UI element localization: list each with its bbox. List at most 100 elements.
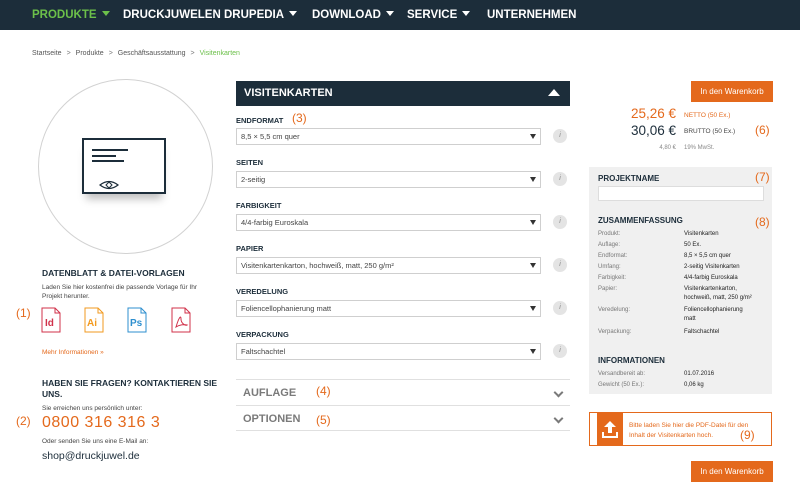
breadcrumb-geschaeftsausstattung[interactable]: Geschäftsausstattung — [118, 50, 186, 57]
contact-title-line: UNS. — [42, 389, 63, 399]
gross-price-label: BRUTTO (50 Ex.) — [684, 128, 736, 135]
summary-value-line: Visitenkartenkarton, — [684, 286, 737, 292]
nav-drupedia[interactable]: DRUPEDIA — [224, 0, 298, 30]
select-value: Foliencellophanierung matt — [241, 304, 332, 313]
info-icon[interactable]: i — [553, 129, 567, 143]
veredelung-select[interactable]: Foliencellophanierung matt — [236, 300, 541, 317]
file-icon-label: Ps — [130, 318, 143, 329]
summary-value: 2-seitig Visitenkarten — [684, 264, 740, 270]
file-icon-label: Id — [45, 318, 54, 329]
info-icon[interactable]: i — [553, 258, 567, 272]
pdf-file-icon[interactable] — [171, 307, 191, 333]
info-icon[interactable]: i — [553, 344, 567, 358]
chevron-down-icon — [101, 11, 110, 16]
annotation-8: (8) — [755, 215, 770, 229]
annotation-6: (6) — [755, 123, 770, 137]
chevron-down-icon — [553, 413, 564, 424]
summary-value: 50 Ex. — [684, 242, 702, 248]
chevron-up-icon[interactable] — [548, 89, 560, 96]
nav-label: SERVICE — [407, 9, 458, 21]
summary-value-line: Foliencellophanierung — [684, 307, 743, 313]
gross-price: 30,06 € — [630, 123, 676, 138]
breadcrumb-produkte[interactable]: Produkte — [76, 50, 104, 57]
option-label-verpackung: VERPACKUNG — [236, 330, 289, 339]
summary-value: 8,5 × 5,5 cm quer — [684, 253, 731, 259]
indesign-file-icon[interactable]: Id — [41, 307, 61, 333]
nav-service[interactable]: SERVICE — [407, 0, 471, 30]
summary-key: Auflage: — [598, 242, 621, 248]
summary-key: Verpackung: — [598, 329, 632, 335]
nav-download[interactable]: DOWNLOAD — [312, 0, 394, 30]
info-icon[interactable]: i — [553, 301, 567, 315]
summary-heading: ZUSAMMENFASSUNG — [598, 216, 683, 225]
chevron-down-icon — [553, 387, 564, 398]
eye-icon — [99, 180, 119, 190]
option-label-endformat: ENDFORMAT — [236, 116, 284, 125]
summary-key: Farbigkeit: — [598, 275, 627, 281]
add-to-cart-button-top[interactable]: In den Warenkorb — [691, 81, 773, 102]
summary-key: Papier: — [598, 286, 618, 292]
project-name-input[interactable] — [598, 186, 764, 201]
select-value: 2-seitig — [241, 175, 266, 184]
info-heading: INFORMATIONEN — [598, 356, 665, 365]
chevron-down-icon — [530, 349, 536, 354]
photoshop-file-icon[interactable]: Ps — [127, 307, 147, 333]
chevron-down-icon — [530, 134, 536, 139]
card-line — [92, 155, 116, 157]
annotation-2: (2) — [16, 414, 31, 428]
nav-produkte[interactable]: PRODUKTE — [32, 0, 110, 30]
annotation-3: (3) — [292, 111, 307, 125]
option-label-seiten: SEITEN — [236, 158, 264, 167]
phone-intro: Sie erreichen uns persönlich unter: — [42, 405, 143, 412]
summary-value: Foliencellophanierung matt — [684, 306, 743, 324]
business-card-illustration — [82, 138, 166, 194]
verpackung-select[interactable]: Faltschachtel — [236, 343, 541, 360]
add-to-cart-button-bottom[interactable]: In den Warenkorb — [691, 461, 773, 482]
breadcrumb-separator: > — [66, 50, 71, 57]
info-icon[interactable]: i — [553, 215, 567, 229]
product-header[interactable]: VISITENKARTEN — [236, 81, 570, 106]
breadcrumb-startseite[interactable]: Startseite — [32, 50, 62, 57]
info-icon[interactable]: i — [553, 172, 567, 186]
datasheet-text-line: Laden Sie hier kostenfrei die passende V… — [42, 284, 198, 291]
select-value: Faltschachtel — [241, 347, 286, 356]
endformat-select[interactable]: 8,5 × 5,5 cm quer — [236, 128, 541, 145]
nav-label: DRUPEDIA — [224, 9, 285, 21]
contact-title: HABEN SIE FRAGEN? KONTAKTIEREN SIE UNS. — [42, 378, 217, 400]
upload-text: Bitte laden Sie hier die PDF-Datei für d… — [629, 421, 748, 441]
chevron-down-icon — [530, 177, 536, 182]
summary-value: Faltschachtel — [684, 329, 720, 335]
chevron-down-icon — [462, 11, 471, 16]
more-info-link[interactable]: Mehr Informationen » — [42, 349, 104, 356]
papier-select[interactable]: Visitenkartenkarton, hochweiß, matt, 250… — [236, 257, 541, 274]
datasheet-text: Laden Sie hier kostenfrei die passende V… — [42, 283, 197, 301]
nav-unternehmen[interactable]: UNTERNEHMEN — [487, 0, 576, 30]
summary-key: Umfang: — [598, 264, 621, 270]
upload-button[interactable] — [597, 412, 623, 446]
chevron-down-icon — [530, 306, 536, 311]
annotation-1: (1) — [16, 306, 31, 320]
file-icon-label: Ai — [87, 318, 97, 329]
summary-value: 4/4-farbig Euroskala — [684, 275, 738, 281]
summary-value: Visitenkarten — [684, 231, 719, 237]
annotation-9: (9) — [740, 428, 755, 442]
seiten-select[interactable]: 2-seitig — [236, 171, 541, 188]
email-address[interactable]: shop@druckjuwel.de — [42, 450, 140, 462]
breadcrumb-separator: > — [108, 50, 113, 57]
vat-label: 19% MwSt. — [684, 145, 715, 151]
illustrator-file-icon[interactable]: Ai — [84, 307, 104, 333]
nav-label: UNTERNEHMEN — [487, 9, 577, 21]
vat-amount: 4,80 € — [659, 145, 676, 151]
breadcrumb: Startseite > Produkte > Geschäftsausstattung… — [32, 50, 240, 57]
contact-title-line: HABEN SIE FRAGEN? KONTAKTIEREN SIE — [42, 378, 218, 388]
product-title: VISITENKARTEN — [244, 87, 333, 99]
accordion-title: OPTIONEN — [243, 413, 301, 425]
farbigkeit-select[interactable]: 4/4-farbig Euroskala — [236, 214, 541, 231]
accordion-auflage[interactable]: AUFLAGE — [236, 379, 570, 405]
datasheet-text-line: Projekt herunter. — [42, 293, 90, 300]
select-value: 8,5 × 5,5 cm quer — [241, 132, 300, 141]
nav-druckjuwelen[interactable]: DRUCKJUWELEN — [123, 0, 221, 30]
accordion-optionen[interactable]: OPTIONEN — [236, 405, 570, 431]
annotation-7: (7) — [755, 170, 770, 184]
phone-number[interactable]: 0800 316 316 3 — [42, 414, 160, 432]
